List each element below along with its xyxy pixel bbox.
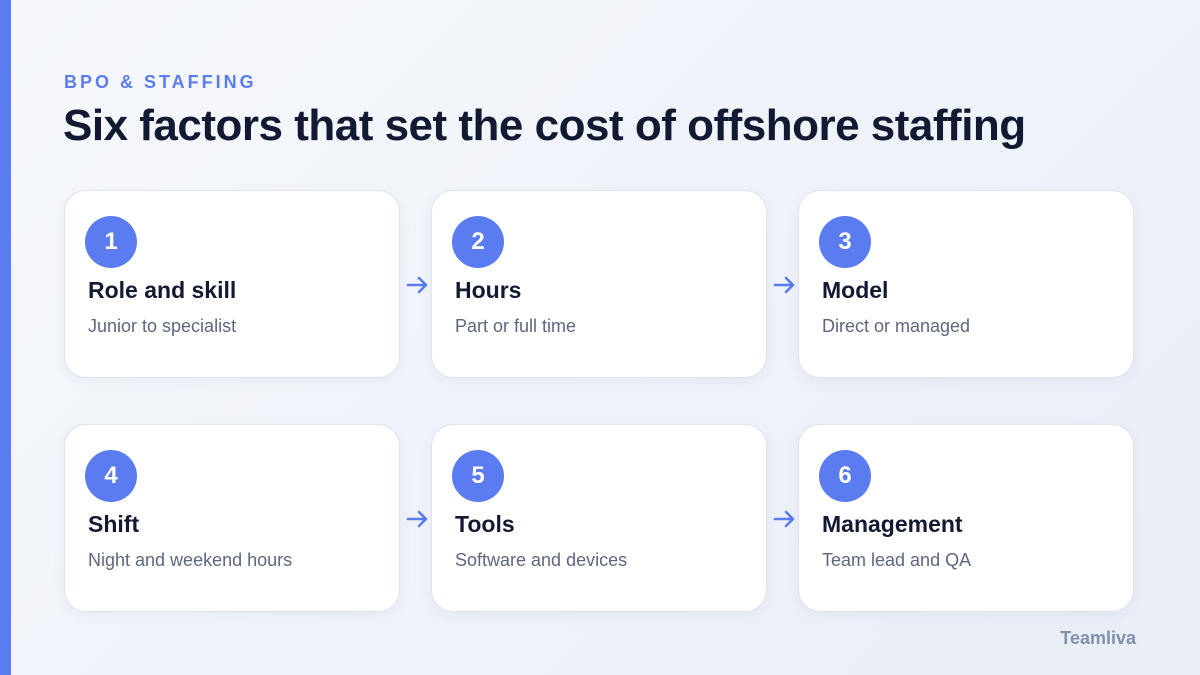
arrow-right-icon	[406, 276, 428, 294]
factor-description: Junior to specialist	[88, 316, 237, 336]
factor-card-6: 6 Management Team lead and QA	[798, 424, 1134, 612]
factor-description: Night and weekend hours	[88, 550, 293, 570]
factor-description: Team lead and QA	[822, 550, 972, 570]
factor-title: Role and skill	[88, 277, 237, 303]
factor-title: Model	[822, 277, 889, 303]
step-number-badge: 1	[85, 216, 137, 268]
arrow-right-icon	[773, 276, 795, 294]
factor-description: Part or full time	[455, 316, 577, 336]
factor-title: Hours	[455, 277, 522, 303]
step-number-badge: 5	[452, 450, 504, 502]
factor-card-4: 4 Shift Night and weekend hours	[64, 424, 400, 612]
step-number-badge: 2	[452, 216, 504, 268]
factor-title: Management	[822, 511, 963, 537]
factor-title: Tools	[455, 511, 515, 537]
page-title: Six factors that set the cost of offshor…	[63, 101, 1026, 150]
factor-description: Software and devices	[455, 550, 628, 570]
arrow-right-icon	[406, 510, 428, 528]
factor-card-3: 3 Model Direct or managed	[798, 190, 1134, 378]
factor-card-2: 2 Hours Part or full time	[431, 190, 767, 378]
factor-card-1: 1 Role and skill Junior to specialist	[64, 190, 400, 378]
arrow-right-icon	[773, 510, 795, 528]
accent-bar	[0, 0, 11, 675]
factor-description: Direct or managed	[822, 316, 971, 336]
step-number-badge: 3	[819, 216, 871, 268]
step-number-badge: 4	[85, 450, 137, 502]
step-number-badge: 6	[819, 450, 871, 502]
eyebrow-label: BPO & STAFFING	[64, 72, 257, 92]
brand-logo-text: Teamliva	[1060, 628, 1136, 648]
factor-card-5: 5 Tools Software and devices	[431, 424, 767, 612]
factor-title: Shift	[88, 511, 140, 537]
